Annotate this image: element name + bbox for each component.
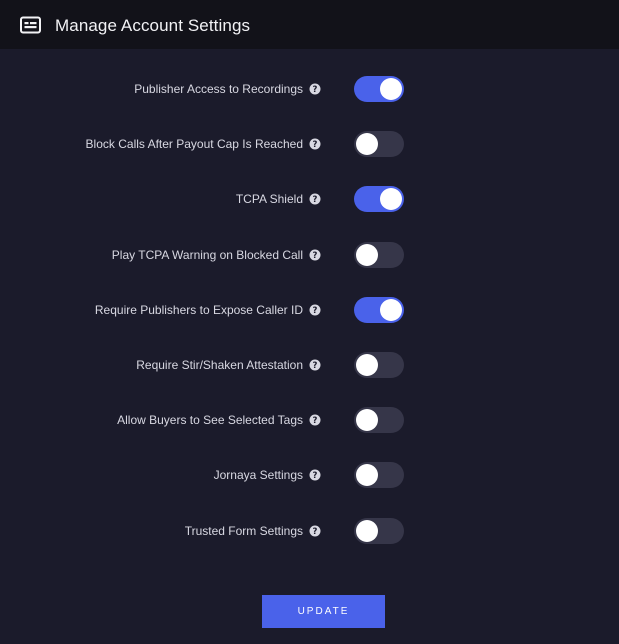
setting-toggle[interactable] <box>354 407 404 433</box>
toggle-knob <box>380 299 402 321</box>
setting-toggle[interactable] <box>354 352 404 378</box>
toggle-knob <box>356 244 378 266</box>
setting-label: Trusted Form Settings <box>184 524 303 538</box>
setting-row: Publisher Access to Recordings? <box>0 76 619 102</box>
page-title: Manage Account Settings <box>55 16 251 35</box>
setting-label: Require Stir/Shaken Attestation <box>136 358 303 372</box>
setting-row: Require Stir/Shaken Attestation? <box>0 352 619 378</box>
setting-row: Jornaya Settings? <box>0 462 619 488</box>
help-icon[interactable]: ? <box>309 249 321 261</box>
svg-text:?: ? <box>313 416 318 426</box>
setting-toggle[interactable] <box>354 518 404 544</box>
setting-label: Require Publishers to Expose Caller ID <box>94 303 303 317</box>
svg-text:?: ? <box>313 471 318 481</box>
setting-label: Publisher Access to Recordings <box>134 82 303 96</box>
toggle-knob <box>356 464 378 486</box>
help-icon[interactable]: ? <box>309 83 321 95</box>
setting-label: Play TCPA Warning on Blocked Call <box>111 248 303 262</box>
svg-text:?: ? <box>313 140 318 150</box>
setting-label: Allow Buyers to See Selected Tags <box>117 413 303 427</box>
toggle-knob <box>380 78 402 100</box>
setting-label: Jornaya Settings <box>213 468 303 482</box>
help-icon[interactable]: ? <box>309 138 321 150</box>
page-header: Manage Account Settings <box>0 0 619 49</box>
toggle-knob <box>356 354 378 376</box>
id-card-icon <box>20 16 41 34</box>
setting-label: Block Calls After Payout Cap Is Reached <box>85 137 303 151</box>
setting-row: Block Calls After Payout Cap Is Reached? <box>0 131 619 157</box>
help-icon[interactable]: ? <box>309 304 321 316</box>
setting-toggle[interactable] <box>354 297 404 323</box>
svg-text:?: ? <box>313 85 318 95</box>
help-icon[interactable]: ? <box>309 525 321 537</box>
help-icon[interactable]: ? <box>309 469 321 481</box>
setting-toggle[interactable] <box>354 186 404 212</box>
svg-text:?: ? <box>313 361 318 371</box>
setting-row: Play TCPA Warning on Blocked Call? <box>0 242 619 268</box>
toggle-knob <box>356 133 378 155</box>
svg-text:?: ? <box>313 306 318 316</box>
setting-row: Require Publishers to Expose Caller ID? <box>0 297 619 323</box>
help-icon[interactable]: ? <box>309 414 321 426</box>
help-icon[interactable]: ? <box>309 193 321 205</box>
setting-label: TCPA Shield <box>235 192 303 206</box>
svg-text:?: ? <box>313 251 318 261</box>
toggle-knob <box>356 520 378 542</box>
toggle-knob <box>380 188 402 210</box>
update-button[interactable]: UPDATE <box>262 595 385 628</box>
svg-text:?: ? <box>313 527 318 537</box>
setting-toggle[interactable] <box>354 242 404 268</box>
toggle-knob <box>356 409 378 431</box>
setting-row: TCPA Shield? <box>0 186 619 212</box>
setting-toggle[interactable] <box>354 131 404 157</box>
setting-toggle[interactable] <box>354 76 404 102</box>
setting-toggle[interactable] <box>354 462 404 488</box>
svg-text:?: ? <box>313 195 318 205</box>
help-icon[interactable]: ? <box>309 359 321 371</box>
setting-row: Trusted Form Settings? <box>0 518 619 544</box>
setting-row: Allow Buyers to See Selected Tags? <box>0 407 619 433</box>
